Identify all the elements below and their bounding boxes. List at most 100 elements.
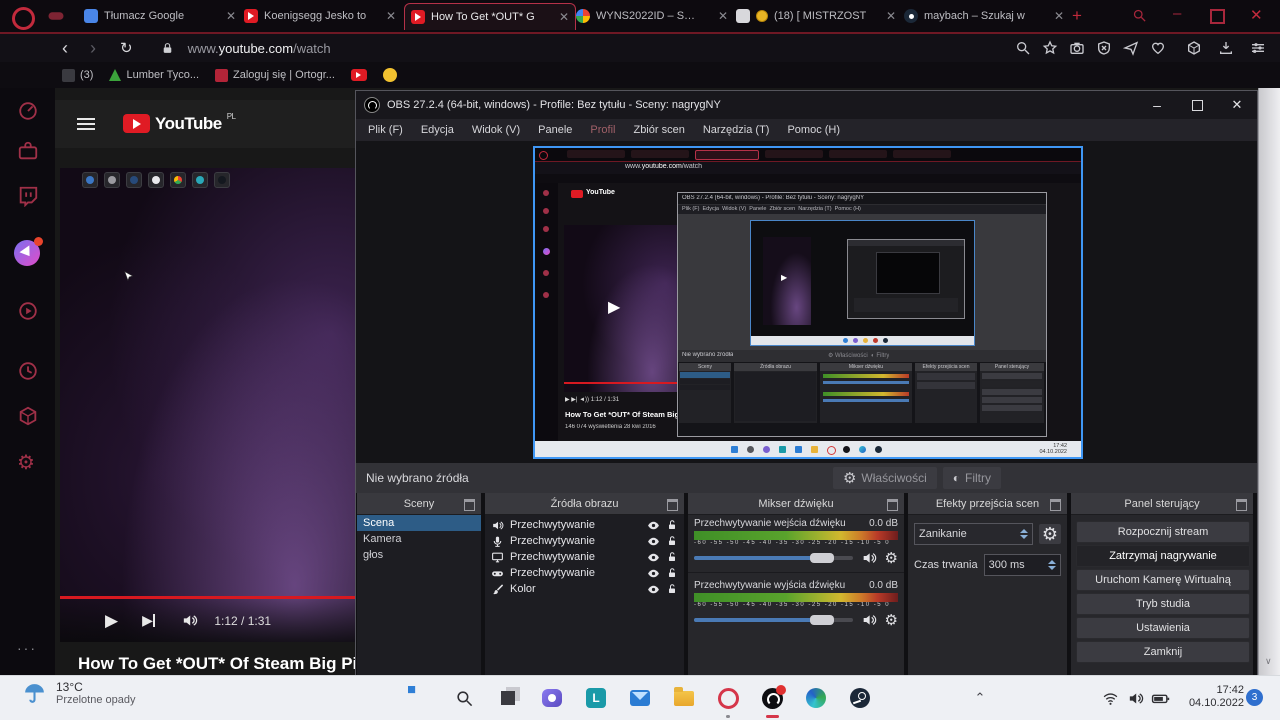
- volume-icon[interactable]: [181, 612, 198, 629]
- source-item[interactable]: Przechwytywanie: [485, 533, 684, 549]
- popout-icon[interactable]: [1050, 499, 1061, 511]
- start-button[interactable]: [406, 684, 434, 712]
- window-minimize-button[interactable]: –: [1173, 5, 1181, 22]
- weather-widget[interactable]: 13°C Przelotne opady: [22, 680, 136, 706]
- virtual-camera-button[interactable]: Uruchom Kamerę Wirtualną: [1076, 569, 1250, 591]
- scene-item[interactable]: głos: [357, 547, 481, 563]
- volume-icon[interactable]: [1121, 684, 1149, 712]
- tray-chevron-up-icon[interactable]: ⌃: [966, 684, 994, 712]
- channel-settings-gear-icon[interactable]: ⚙: [885, 613, 898, 628]
- window-edge-scrollbar[interactable]: ∨: [1258, 88, 1280, 675]
- adblock-shield-icon[interactable]: [1096, 40, 1112, 56]
- popout-icon[interactable]: [1236, 499, 1247, 511]
- bookmark-lumber-tycoon[interactable]: Lumber Tyco...: [109, 69, 199, 81]
- filters-button[interactable]: ◐Filtry: [943, 467, 1001, 489]
- task-view-icon[interactable]: [494, 684, 522, 712]
- teams-chat-icon[interactable]: [538, 684, 566, 712]
- lock-icon[interactable]: [666, 583, 678, 595]
- menu-zbior-scen[interactable]: Zbiór scen: [633, 124, 684, 136]
- downloads-icon[interactable]: [1218, 40, 1234, 56]
- menu-hamburger-icon[interactable]: [77, 115, 95, 133]
- back-button[interactable]: ‹: [62, 38, 68, 59]
- bookmark-roblox[interactable]: (3): [62, 69, 93, 82]
- notification-badge[interactable]: 3: [1246, 689, 1263, 706]
- twitch-icon[interactable]: [17, 185, 39, 207]
- video-popout-icon[interactable]: [17, 300, 39, 322]
- visibility-eye-icon[interactable]: [647, 567, 660, 580]
- lock-icon[interactable]: [666, 519, 678, 531]
- stop-recording-button[interactable]: Zatrzymaj nagrywanie: [1076, 545, 1250, 567]
- history-clock-icon[interactable]: [17, 360, 39, 382]
- clock-app-icon[interactable]: L: [582, 684, 610, 712]
- menu-plik[interactable]: Plik (F): [368, 124, 403, 136]
- youtube-logo[interactable]: YouTube PL: [123, 114, 236, 134]
- obs-minimize-button[interactable]: –: [1137, 97, 1177, 113]
- send-to-device-icon[interactable]: [1123, 40, 1139, 56]
- tab-mistrzost[interactable]: (18) [ MISTRZOST ✕: [730, 3, 902, 29]
- popout-icon[interactable]: [464, 499, 475, 511]
- mute-speaker-icon[interactable]: [861, 550, 877, 566]
- source-item[interactable]: Przechwytywanie: [485, 517, 684, 533]
- channel-settings-gear-icon[interactable]: ⚙: [885, 551, 898, 566]
- forward-button[interactable]: ›: [90, 38, 96, 59]
- popout-icon[interactable]: [667, 499, 678, 511]
- window-close-button[interactable]: ✕: [1250, 6, 1263, 24]
- edge-browser-icon[interactable]: [802, 684, 830, 712]
- play-button[interactable]: ▶: [105, 611, 118, 631]
- next-button[interactable]: ▶: [142, 612, 155, 629]
- url-text[interactable]: www.youtube.com/watch: [188, 41, 331, 56]
- gx-store-icon[interactable]: [17, 140, 39, 162]
- popout-icon[interactable]: [887, 499, 898, 511]
- messenger-icon[interactable]: [14, 240, 40, 266]
- bookmark-youtube[interactable]: [351, 69, 367, 81]
- menu-narzedzia[interactable]: Narzędzia (T): [703, 124, 770, 136]
- tab-search-icon[interactable]: [1132, 8, 1147, 23]
- extensions-cube-icon[interactable]: [1186, 40, 1202, 56]
- obs-maximize-button[interactable]: [1177, 100, 1217, 111]
- tab-maybach[interactable]: maybach – Szukaj w ✕: [898, 3, 1070, 29]
- studio-mode-button[interactable]: Tryb studia: [1076, 593, 1250, 615]
- tray-clock[interactable]: 17:42 04.10.2022: [1186, 684, 1244, 710]
- reload-button[interactable]: ↻: [120, 39, 133, 57]
- scene-item[interactable]: Kamera: [357, 531, 481, 547]
- window-restore-button[interactable]: [1210, 9, 1225, 24]
- obs-preview-area[interactable]: www.youtube.com/watch YouTube ▶ ▶ ▶|: [356, 141, 1257, 463]
- tab-wyns2022id[interactable]: WYNS2022ID – Szuk ✕: [570, 3, 734, 29]
- menu-pomoc[interactable]: Pomoc (H): [787, 124, 840, 136]
- page-zoom-icon[interactable]: [1015, 40, 1031, 56]
- easy-setup-sliders-icon[interactable]: [1250, 40, 1266, 56]
- visibility-eye-icon[interactable]: [647, 519, 660, 532]
- opera-logo-icon[interactable]: [12, 7, 35, 30]
- tab-close-icon[interactable]: ✕: [386, 9, 396, 23]
- scene-item[interactable]: Scena: [357, 515, 481, 531]
- obs-close-button[interactable]: ✕: [1217, 97, 1257, 113]
- video-player[interactable]: ▶ ▶ 1:12 / 1:31: [60, 168, 361, 642]
- favorites-heart-icon[interactable]: [1150, 40, 1166, 56]
- visibility-eye-icon[interactable]: [647, 583, 660, 596]
- gx-corner-icon[interactable]: [46, 7, 66, 25]
- visibility-eye-icon[interactable]: [647, 551, 660, 564]
- tab-close-icon[interactable]: ✕: [559, 10, 569, 24]
- exit-button[interactable]: Zamknij: [1076, 641, 1250, 663]
- settings-button[interactable]: Ustawienia: [1076, 617, 1250, 639]
- menu-profil[interactable]: Profil: [590, 124, 615, 136]
- tab-how-to-get-out[interactable]: How To Get *OUT* G ✕: [404, 3, 576, 30]
- file-explorer-icon[interactable]: [670, 684, 698, 712]
- lock-icon[interactable]: [666, 567, 678, 579]
- tab-close-icon[interactable]: ✕: [886, 9, 896, 23]
- tab-close-icon[interactable]: ✕: [226, 9, 236, 23]
- tab-tlumacz-google[interactable]: Tłumacz Google ✕: [78, 3, 242, 29]
- properties-button[interactable]: ⚙Właściwości: [833, 467, 937, 489]
- wifi-icon[interactable]: [1096, 684, 1124, 712]
- new-tab-button[interactable]: +: [1072, 6, 1082, 26]
- steam-icon[interactable]: [846, 684, 874, 712]
- sidebar-more-icon[interactable]: ···: [17, 640, 39, 662]
- battery-icon[interactable]: [1146, 684, 1174, 712]
- gx-home-icon[interactable]: [17, 100, 39, 122]
- obs-title-bar[interactable]: OBS 27.2.4 (64-bit, windows) - Profile: …: [356, 91, 1257, 119]
- mail-app-icon[interactable]: [626, 684, 654, 712]
- opera-browser-icon[interactable]: [714, 684, 742, 712]
- source-item[interactable]: Przechwytywanie: [485, 549, 684, 565]
- tab-close-icon[interactable]: ✕: [1054, 9, 1064, 23]
- extensions-cube-icon[interactable]: [17, 405, 39, 427]
